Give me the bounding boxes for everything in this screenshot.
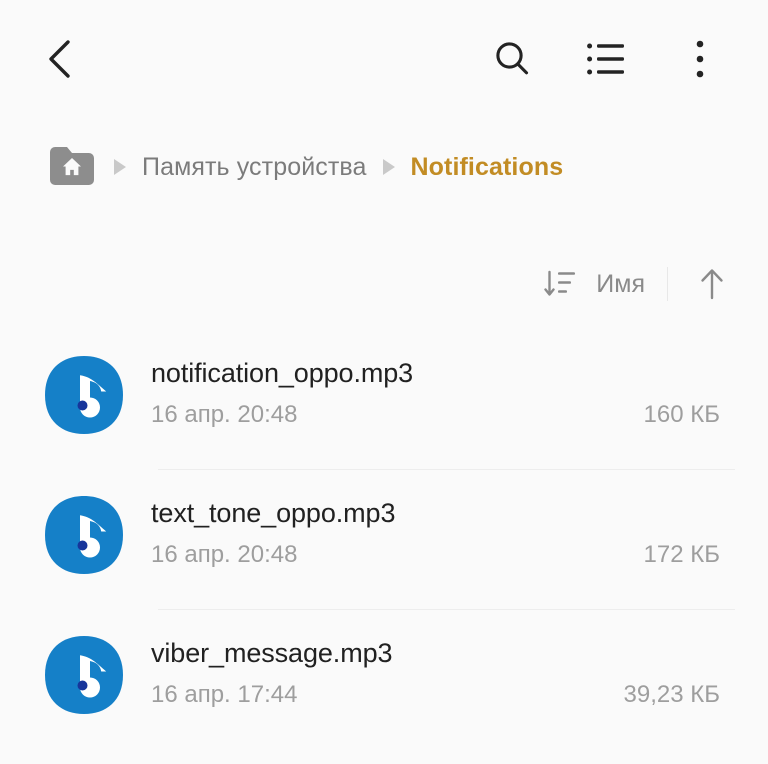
overflow-menu-button[interactable]: [676, 35, 724, 83]
app-bar-left-group: [0, 35, 130, 83]
breadcrumb: Память устройства Notifications: [46, 143, 563, 191]
file-list-item[interactable]: text_tone_oppo.mp3 16 апр. 20:48 172 КБ: [0, 470, 768, 610]
sort-direction-button[interactable]: [690, 262, 734, 306]
file-size: 172 КБ: [643, 541, 720, 568]
file-item-details: text_tone_oppo.mp3 16 апр. 20:48 172 КБ: [151, 470, 720, 569]
file-date: 16 апр. 20:48: [151, 401, 298, 428]
sort-bar: Имя: [540, 258, 734, 310]
file-name: notification_oppo.mp3: [151, 358, 414, 388]
arrow-up-icon: [701, 269, 723, 300]
file-list-item[interactable]: viber_message.mp3 16 апр. 17:44 39,23 КБ: [0, 610, 768, 750]
file-name: text_tone_oppo.mp3: [151, 498, 396, 528]
app-bar-actions: [488, 35, 768, 83]
breadcrumb-item-device-storage[interactable]: Память устройства: [142, 153, 367, 182]
app-bar: [0, 0, 768, 118]
file-date: 16 апр. 20:48: [151, 541, 298, 568]
triangle-right-icon: [382, 159, 395, 175]
music-note-icon: [45, 496, 123, 574]
file-list-item[interactable]: notification_oppo.mp3 16 апр. 20:48 160 …: [0, 330, 768, 470]
breadcrumb-separator: [98, 157, 142, 177]
search-icon: [496, 42, 529, 75]
sort-field-label[interactable]: Имя: [596, 270, 645, 299]
file-size: 160 КБ: [643, 401, 720, 428]
file-date: 16 апр. 17:44: [151, 681, 298, 708]
chevron-left-icon: [49, 40, 70, 78]
view-mode-button[interactable]: [582, 35, 630, 83]
file-name: viber_message.mp3: [151, 638, 393, 668]
triangle-right-icon: [114, 159, 126, 175]
file-list: notification_oppo.mp3 16 апр. 20:48 160 …: [0, 330, 768, 750]
file-item-details: viber_message.mp3 16 апр. 17:44 39,23 КБ: [151, 610, 720, 709]
sort-descending-icon: [544, 270, 576, 296]
breadcrumb-separator: [367, 157, 411, 177]
file-item-details: notification_oppo.mp3 16 апр. 20:48 160 …: [151, 330, 720, 429]
breadcrumb-home-button[interactable]: [46, 146, 98, 188]
more-vertical-icon: [696, 40, 704, 78]
back-button[interactable]: [44, 35, 84, 83]
file-manager-screen: Память устройства Notifications Имя noti…: [0, 0, 768, 764]
sort-bar-divider: [667, 267, 668, 301]
music-note-icon: [45, 356, 123, 434]
list-view-icon: [587, 43, 624, 75]
home-folder-icon: [50, 147, 94, 185]
search-button[interactable]: [488, 35, 536, 83]
file-item-subrow: 16 апр. 20:48 172 КБ: [151, 541, 720, 569]
file-item-subrow: 16 апр. 17:44 39,23 КБ: [151, 681, 720, 709]
breadcrumb-item-notifications[interactable]: Notifications: [411, 153, 564, 182]
music-note-icon: [45, 636, 123, 714]
sort-order-button[interactable]: [540, 264, 580, 304]
file-item-subrow: 16 апр. 20:48 160 КБ: [151, 401, 720, 429]
file-size: 39,23 КБ: [623, 681, 720, 708]
